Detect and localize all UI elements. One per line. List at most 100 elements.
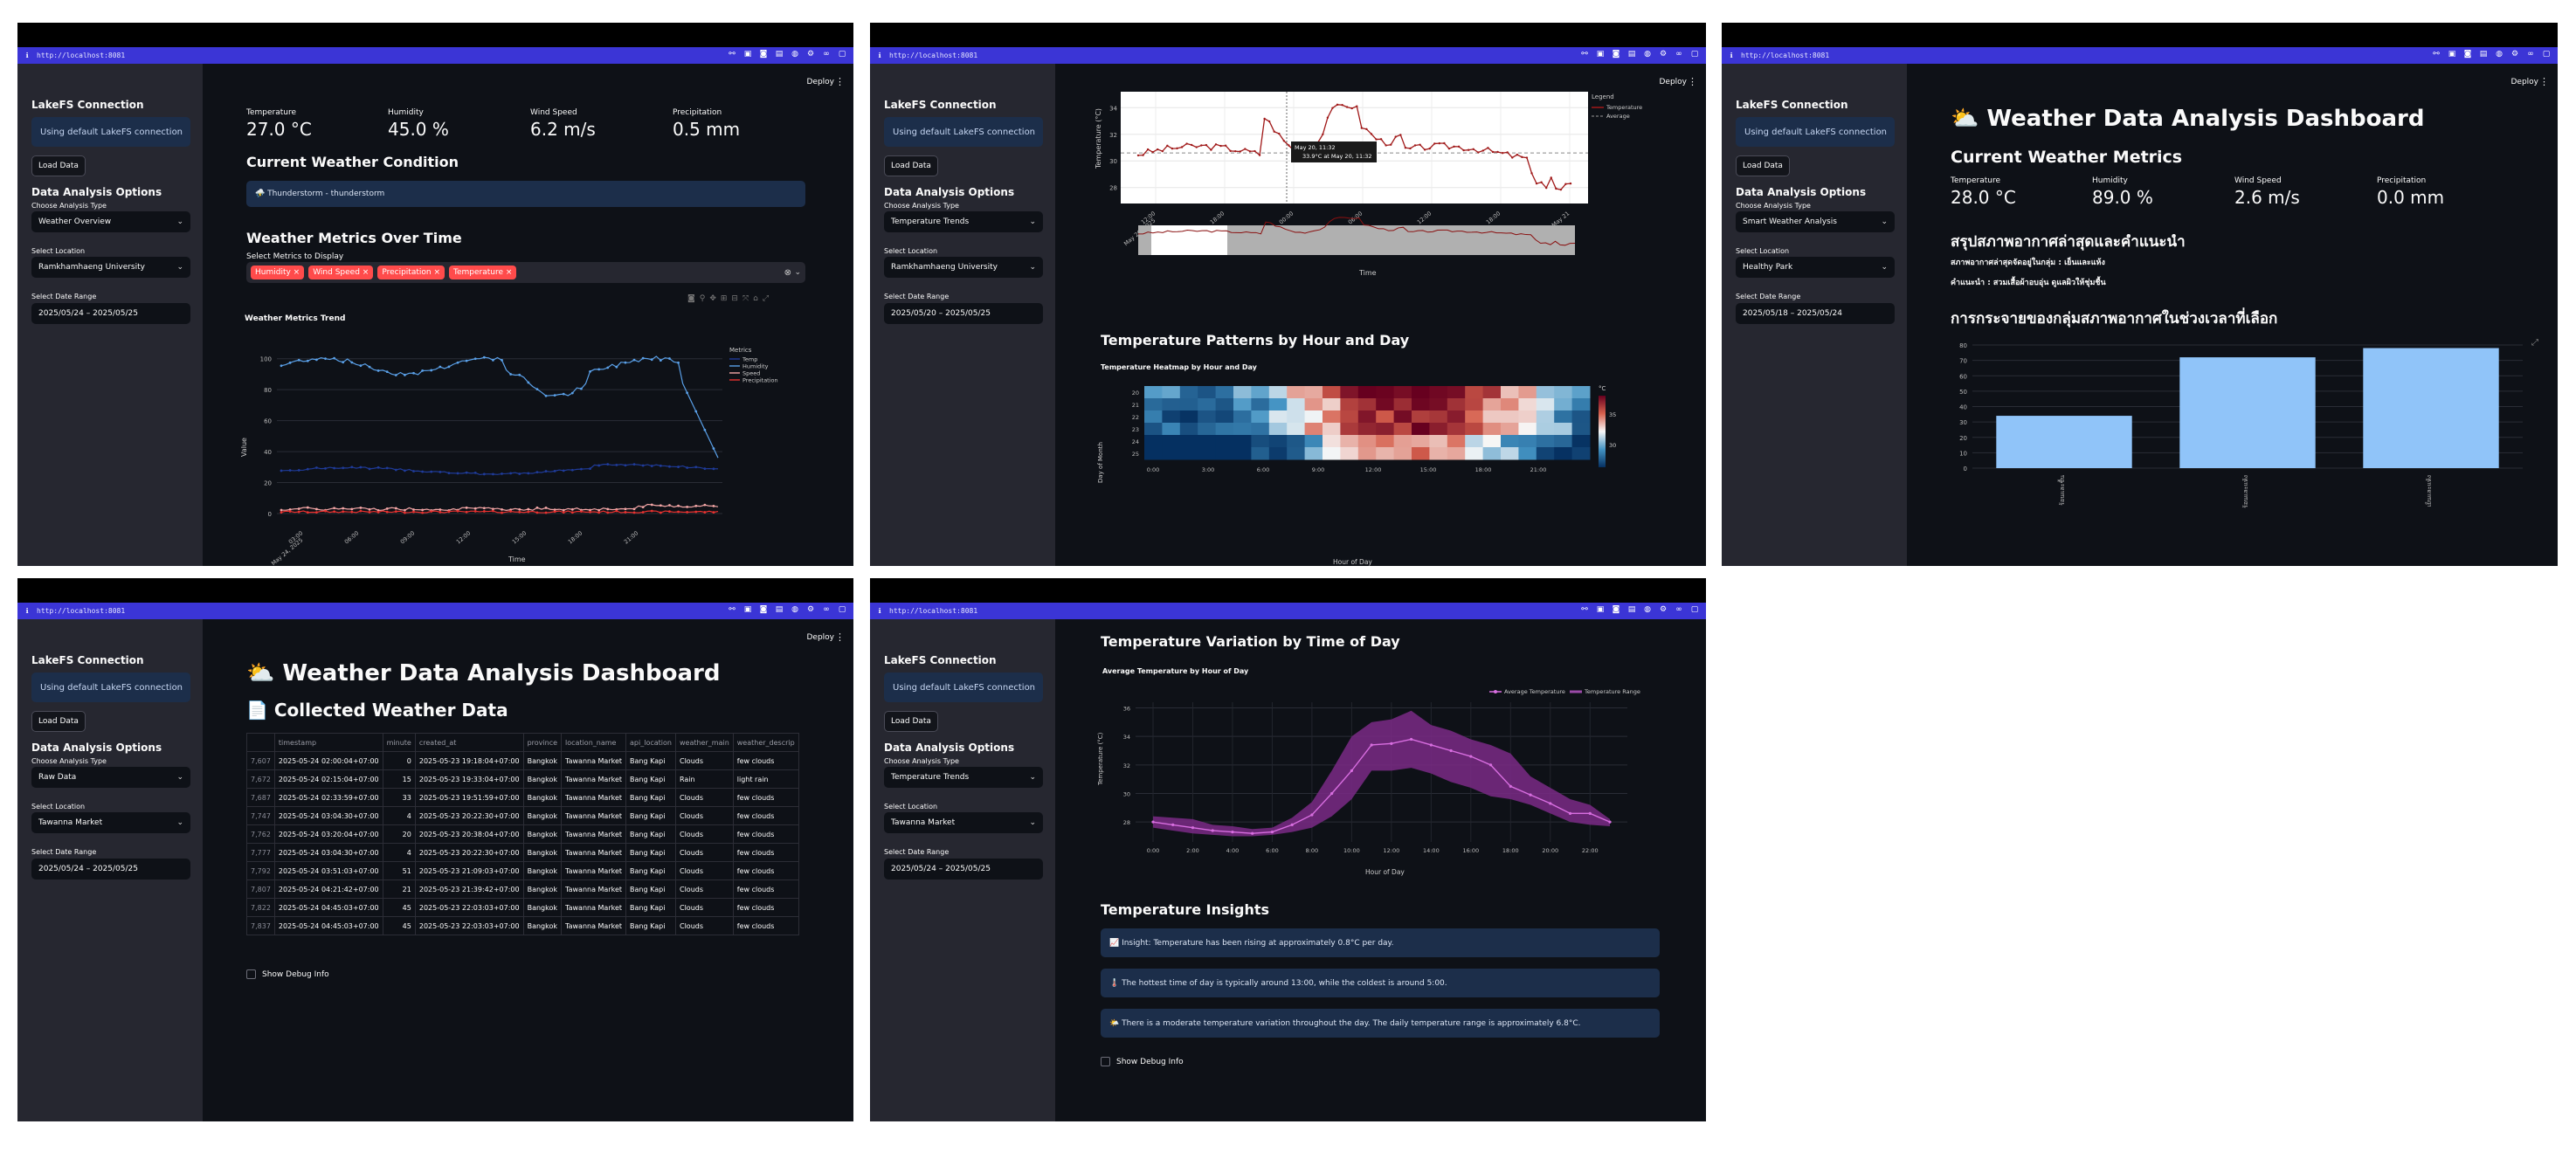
globe-icon[interactable]: ◍ — [791, 50, 799, 59]
table-cell[interactable]: 45 — [382, 898, 416, 917]
table-cell[interactable]: few clouds — [732, 806, 799, 825]
date-range-input[interactable]: 2025/05/24 – 2025/05/25 — [884, 859, 1043, 880]
camera-icon[interactable]: ◙ — [687, 294, 700, 303]
chip-humidity[interactable]: Humidity × — [251, 266, 305, 279]
info-icon[interactable]: ℹ — [1725, 52, 1737, 59]
raw-data-table[interactable]: timestamp minute created_at province locatio… — [246, 733, 805, 941]
table-cell[interactable]: Tawanna Market — [561, 806, 627, 825]
table-cell[interactable]: 2025-05-24 03:20:04+07:00 — [273, 824, 383, 844]
table-cell[interactable]: 7,687 — [246, 788, 275, 807]
settings-icon[interactable]: ⚙ — [1659, 50, 1668, 59]
table-cell[interactable]: Bangkok — [522, 898, 563, 917]
window-icon[interactable]: ▢ — [1690, 50, 1699, 59]
url-text[interactable]: http://localhost:8081 — [37, 607, 125, 615]
table-cell[interactable]: 2025-05-24 04:45:03+07:00 — [273, 898, 383, 917]
table-row[interactable]: 7,747 2025-05-24 03:04:30+07:00 4 2025-05-2… — [246, 806, 799, 825]
table-cell[interactable]: 21 — [382, 880, 416, 899]
pan-icon[interactable]: ✥ — [709, 294, 721, 303]
screenshot-icon[interactable]: ▣ — [1596, 50, 1605, 59]
table-cell[interactable]: 2025-05-24 04:45:03+07:00 — [273, 916, 383, 935]
table-cell[interactable]: 2025-05-24 02:00:04+07:00 — [273, 751, 383, 770]
chip-precipitation[interactable]: Precipitation × — [377, 266, 445, 279]
table-row[interactable]: 7,807 2025-05-24 04:21:42+07:00 21 2025-05-… — [246, 880, 799, 899]
table-cell[interactable]: Tawanna Market — [561, 916, 627, 935]
table-cell[interactable]: Bangkok — [522, 788, 563, 807]
load-data-button[interactable]: Load Data — [884, 155, 938, 176]
range-slider[interactable] — [1137, 217, 1576, 255]
range-slider-window[interactable] — [1151, 225, 1227, 255]
table-cell[interactable]: Clouds — [674, 824, 734, 844]
table-cell[interactable]: 33 — [382, 788, 416, 807]
table-cell[interactable]: Tawanna Market — [561, 880, 627, 899]
link-icon[interactable]: ⚯ — [728, 50, 736, 59]
table-cell[interactable]: Bangkok — [522, 861, 563, 880]
column-header[interactable]: created_at — [414, 733, 524, 752]
table-cell[interactable]: 7,607 — [246, 751, 275, 770]
table-cell[interactable]: Tawanna Market — [561, 751, 627, 770]
load-data-button[interactable]: Load Data — [31, 711, 86, 732]
table-cell[interactable]: Tawanna Market — [561, 861, 627, 880]
table-row[interactable]: 7,687 2025-05-24 02:33:59+07:00 33 2025-05-… — [246, 788, 799, 807]
camera-icon[interactable]: ◙ — [759, 605, 768, 615]
table-cell[interactable]: 4 — [382, 806, 416, 825]
link-icon[interactable]: ⚯ — [728, 605, 736, 615]
screenshot-icon[interactable]: ▣ — [743, 605, 752, 615]
table-cell[interactable]: Bangkok — [522, 769, 563, 789]
camera-icon[interactable]: ◙ — [1612, 50, 1620, 59]
table-cell[interactable]: Clouds — [674, 880, 734, 899]
info-icon[interactable]: ℹ — [874, 52, 886, 59]
globe-icon[interactable]: ◍ — [1643, 605, 1652, 615]
table-cell[interactable]: 2025-05-24 03:04:30+07:00 — [273, 806, 383, 825]
zoom-icon[interactable]: ⚲ — [700, 294, 710, 303]
camera-icon[interactable]: ◙ — [1612, 605, 1620, 615]
link2-icon[interactable]: ∞ — [1675, 605, 1683, 615]
table-cell[interactable]: Bang Kapi — [625, 806, 676, 825]
date-range-input[interactable]: 2025/05/18 – 2025/05/24 — [1736, 303, 1895, 324]
location-select[interactable]: Tawanna Market ⌄ — [884, 812, 1043, 833]
clear-icon[interactable]: ⊗ — [784, 268, 791, 278]
link2-icon[interactable]: ∞ — [822, 50, 831, 59]
more-menu-icon[interactable]: ⋮ — [1688, 76, 1697, 87]
table-cell[interactable]: Rain — [674, 769, 734, 789]
fullscreen-icon[interactable]: ⤢ — [763, 294, 773, 303]
table-cell[interactable]: 51 — [382, 861, 416, 880]
table-cell[interactable]: 7,747 — [246, 806, 275, 825]
table-cell[interactable]: 2025-05-23 19:51:59+07:00 — [414, 788, 524, 807]
column-header[interactable]: weather_main — [674, 733, 734, 752]
camera-icon[interactable]: ◙ — [759, 50, 768, 59]
table-cell[interactable]: few clouds — [732, 824, 799, 844]
table-cell[interactable]: 2025-05-23 20:22:30+07:00 — [414, 806, 524, 825]
link-icon[interactable]: ⚯ — [1580, 50, 1589, 59]
table-cell[interactable]: Bang Kapi — [625, 916, 676, 935]
table-cell[interactable]: 7,792 — [246, 861, 275, 880]
layout-icon[interactable]: ▤ — [775, 50, 784, 59]
table-cell[interactable]: 2025-05-24 02:33:59+07:00 — [273, 788, 383, 807]
column-header[interactable]: weather_descrip — [732, 733, 799, 752]
table-cell[interactable]: Bangkok — [522, 880, 563, 899]
table-cell[interactable]: Clouds — [674, 788, 734, 807]
url-text[interactable]: http://localhost:8081 — [889, 607, 977, 615]
date-range-input[interactable]: 2025/05/20 – 2025/05/25 — [884, 303, 1043, 324]
link2-icon[interactable]: ∞ — [2526, 50, 2535, 59]
location-select[interactable]: Ramkhamhaeng University ⌄ — [31, 257, 190, 278]
cluster-bar-chart[interactable]: 80 70 60 50 40 30 20 10 0 ร้อนและชื้น ร้อนและแห้ง… — [1942, 335, 2536, 566]
table-cell[interactable]: Bang Kapi — [625, 788, 676, 807]
table-cell[interactable]: Clouds — [674, 898, 734, 917]
table-cell[interactable]: Bang Kapi — [625, 861, 676, 880]
table-cell[interactable]: 2025-05-24 02:15:04+07:00 — [273, 769, 383, 789]
url-text[interactable]: http://localhost:8081 — [889, 52, 977, 59]
table-row[interactable]: 7,762 2025-05-24 03:20:04+07:00 20 2025-05-… — [246, 824, 799, 844]
globe-icon[interactable]: ◍ — [2495, 50, 2503, 59]
table-row[interactable]: 7,822 2025-05-24 04:45:03+07:00 45 2025-05-… — [246, 898, 799, 917]
more-menu-icon[interactable]: ⋮ — [835, 631, 845, 643]
table-cell[interactable]: Tawanna Market — [561, 769, 627, 789]
weather-metrics-chart[interactable]: Weather Metrics Trend 02040608010003:00M… — [238, 308, 810, 566]
temperature-heatmap[interactable]: Temperature Heatmap by Hour and Day 20 21… — [1090, 352, 1667, 566]
link2-icon[interactable]: ∞ — [1675, 50, 1683, 59]
link-icon[interactable]: ⚯ — [2432, 50, 2441, 59]
table-cell[interactable]: Clouds — [674, 751, 734, 770]
location-select[interactable]: Healthy Park ⌄ — [1736, 257, 1895, 278]
column-header[interactable]: province — [522, 733, 563, 752]
table-cell[interactable]: 0 — [382, 751, 416, 770]
settings-icon[interactable]: ⚙ — [806, 50, 815, 59]
